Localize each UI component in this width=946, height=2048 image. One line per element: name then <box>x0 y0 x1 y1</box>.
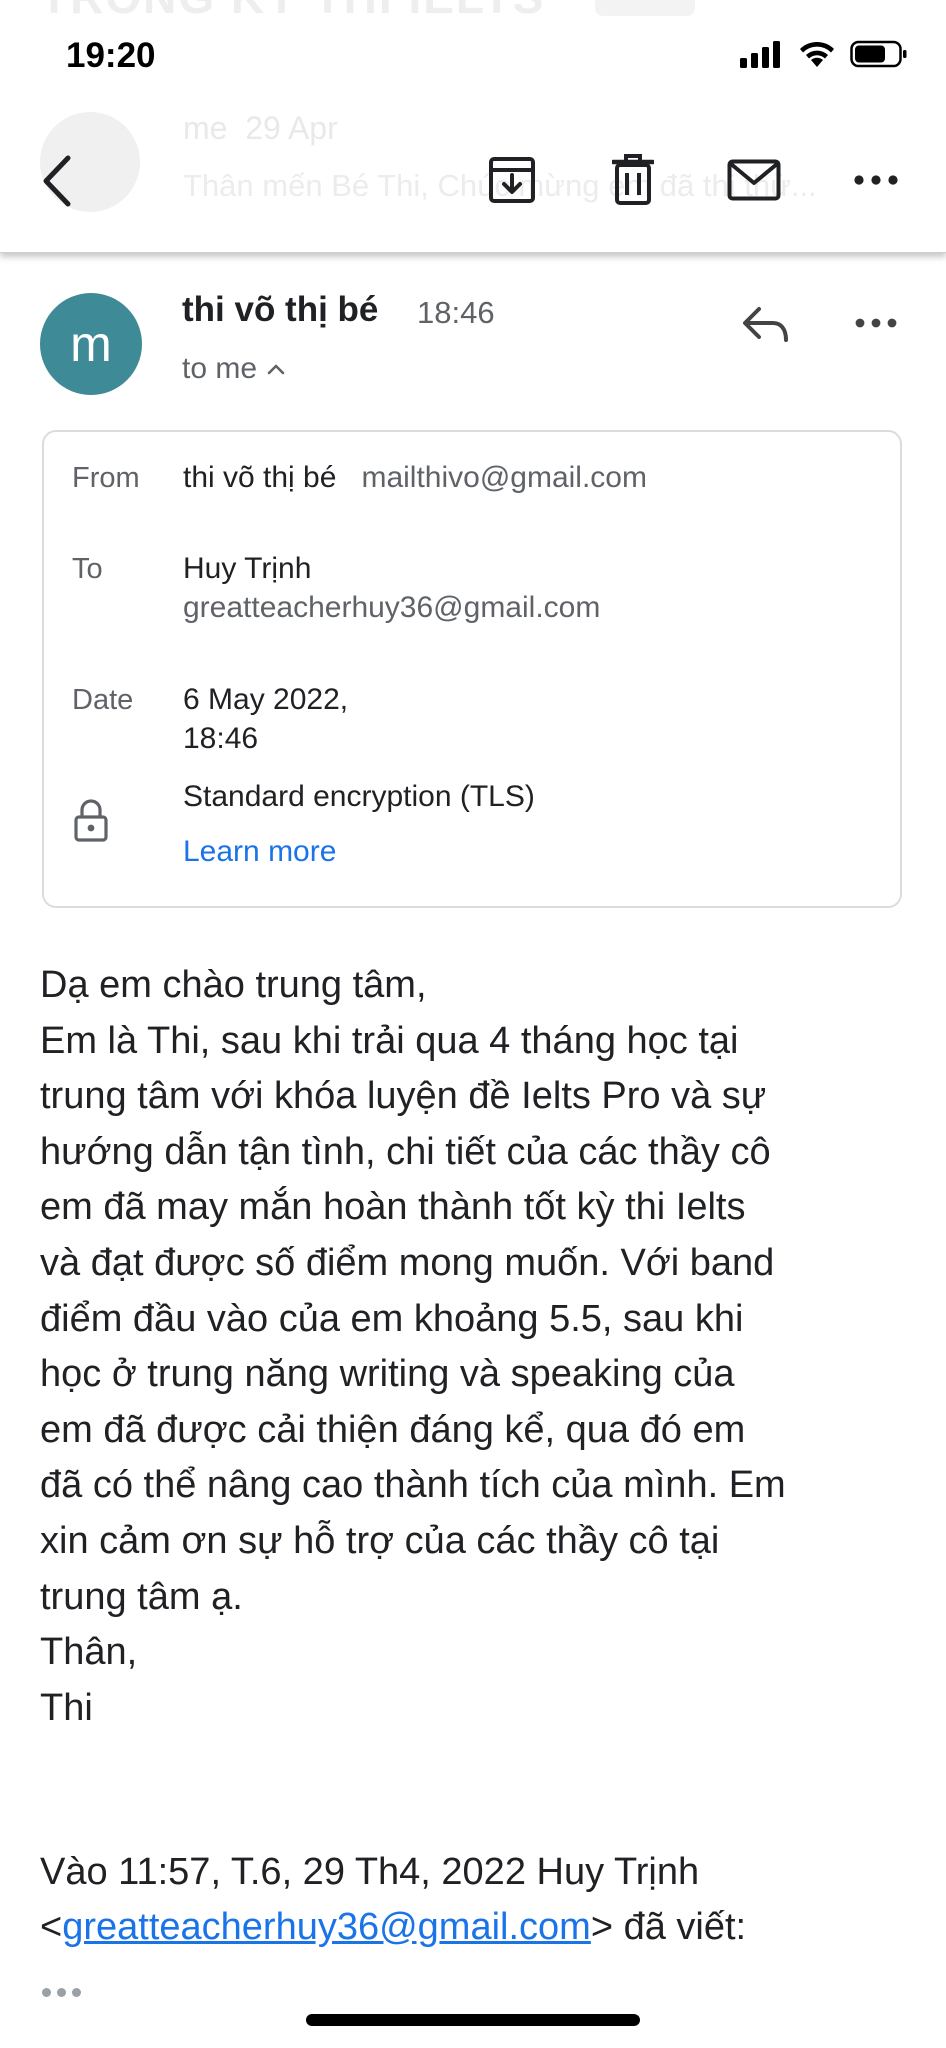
message-details-card: From thi võ thị bé mailthivo@gmail.com T… <box>42 430 902 908</box>
quote-sender-line: <greatteacherhuy36@gmail.com> đã viết: <box>40 1900 746 1955</box>
body-line: Thân, <box>40 1631 138 1674</box>
reply-icon <box>743 307 788 342</box>
encryption-status: Standard encryption (TLS) <box>183 780 535 813</box>
background-subject: TRONG KỲ THI IELTS <box>40 0 545 24</box>
body-line: hướng dẫn tận tình, chi tiết của các thầ… <box>40 1130 771 1173</box>
learn-more-link[interactable]: Learn more <box>183 832 336 871</box>
show-trimmed-content-button[interactable] <box>42 1988 81 1997</box>
quote-wrote: > đã viết: <box>590 1906 747 1948</box>
body-line: em đã được cải thiện đáng kể, qua đó em <box>40 1408 746 1451</box>
date-line-1: 6 May 2022, <box>183 683 349 716</box>
wifi-icon <box>800 41 834 67</box>
body-line: đã có thể nâng cao thành tích của mình. … <box>40 1464 786 1507</box>
battery-icon <box>850 40 907 68</box>
body-line: trung tâm với khóa luyện đề Ielts Pro và… <box>40 1075 767 1118</box>
chevron-up-icon <box>267 364 285 375</box>
top-app-bar: TRONG KỲ THI IELTS me 29 Apr Thân mến Bé… <box>0 0 946 253</box>
body-line: Em là Thi, sau khi trải qua 4 tháng học … <box>40 1019 739 1062</box>
mark-unread-button[interactable] <box>726 156 782 204</box>
more-options-button[interactable] <box>850 165 902 195</box>
background-sender: me 29 Apr <box>183 110 338 147</box>
message-body: Dạ em chào trung tâm, Em là Thi, sau khi… <box>40 958 920 1736</box>
to-email[interactable]: greatteacherhuy36@gmail.com <box>183 588 600 627</box>
lock-icon <box>74 799 108 842</box>
body-line: xin cảm ơn sự hỗ trợ của các thầy cô tại <box>40 1519 720 1562</box>
body-line: Dạ em chào trung tâm, <box>40 964 427 1006</box>
body-line: và đạt được số điểm mong muốn. Với band <box>40 1241 775 1284</box>
background-label-chip <box>595 0 695 16</box>
from-name: thi võ thị bé <box>183 461 337 494</box>
date-label: Date <box>72 684 134 716</box>
archive-button[interactable] <box>486 154 538 206</box>
from-email[interactable]: mailthivo@gmail.com <box>361 461 647 494</box>
quote-email-link[interactable]: greatteacherhuy36@gmail.com <box>62 1906 591 1948</box>
from-value: thi võ thị bé mailthivo@gmail.com <box>183 458 647 497</box>
recipient-toggle[interactable]: to me <box>182 352 285 386</box>
more-icon <box>855 318 897 328</box>
body-line: trung tâm ạ. <box>40 1575 243 1618</box>
to-label: To <box>72 553 103 585</box>
ellipsis-dot <box>57 1988 66 1997</box>
to-name: Huy Trịnh <box>183 552 312 585</box>
ellipsis-dot <box>42 1988 51 1997</box>
signal-icon <box>740 41 780 68</box>
message-time: 18:46 <box>417 295 495 330</box>
quote-open-bracket: < <box>40 1906 63 1948</box>
body-line: em đã may mắn hoàn thành tốt kỳ thi Ielt… <box>40 1186 746 1229</box>
recipient-summary: to me <box>182 352 258 385</box>
more-icon <box>854 175 898 185</box>
ellipsis-dot <box>72 1988 81 1997</box>
background-sender-name: me <box>183 110 228 146</box>
archive-icon <box>489 157 535 203</box>
trash-icon <box>612 154 654 205</box>
sender-avatar[interactable]: m <box>40 293 142 395</box>
sender-name: thi võ thị bé <box>182 290 379 329</box>
mail-icon <box>727 159 781 201</box>
background-date: 29 Apr <box>245 110 338 146</box>
home-indicator[interactable] <box>306 2014 640 2026</box>
date-line-2: 18:46 <box>183 722 259 755</box>
body-line: Thi <box>40 1686 93 1729</box>
status-icons <box>740 40 908 68</box>
from-label: From <box>72 462 140 494</box>
body-line: điểm đầu vào của em khoảng 5.5, sau khi <box>40 1297 744 1340</box>
status-time: 19:20 <box>66 36 156 75</box>
body-line: học ở trung năng writing và speaking của <box>40 1353 735 1396</box>
back-button[interactable] <box>34 150 80 212</box>
delete-button[interactable] <box>607 152 659 208</box>
back-icon <box>43 155 71 207</box>
message-more-button[interactable] <box>850 309 902 337</box>
quote-header: Vào 11:57, T.6, 29 Th4, 2022 Huy Trịnh <box>40 1851 700 1893</box>
reply-button[interactable] <box>736 300 796 348</box>
